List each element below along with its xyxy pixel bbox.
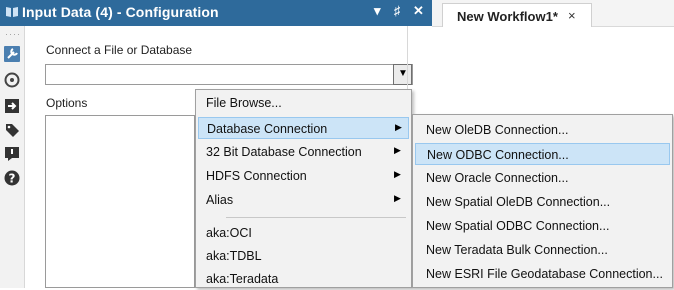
options-grid[interactable] [45, 115, 195, 288]
annotation-icon[interactable] [4, 146, 20, 162]
close-panel-icon[interactable]: ✕ [413, 3, 424, 19]
connect-label: Connect a File or Database [46, 43, 193, 57]
menu-item-new-odbc-connection[interactable]: New ODBC Connection... [415, 143, 670, 165]
menu-item-file-browse[interactable]: File Browse... [198, 92, 409, 114]
menu-item-new-oledb-connection[interactable]: New OleDB Connection... [415, 119, 670, 141]
svg-text:?: ? [9, 172, 16, 186]
menu-item-new-teradata-bulk-connection[interactable]: New Teradata Bulk Connection... [415, 239, 670, 261]
book-icon [6, 7, 18, 17]
menu-item-alias-tdbl[interactable]: aka:TDBL [198, 245, 409, 267]
menu-separator [226, 217, 406, 218]
workflow-tab-strip: New Workflow1* × [432, 0, 674, 27]
wrench-icon[interactable] [4, 46, 20, 62]
options-label: Options [46, 96, 88, 110]
panel-title: Input Data (4) - Configuration [22, 4, 219, 20]
menu-item-32bit-database-connection[interactable]: 32 Bit Database Connection ▶ [198, 141, 409, 163]
menu-item-alias-oci[interactable]: aka:OCI [198, 222, 409, 244]
help-icon[interactable]: ? [4, 170, 20, 186]
submenu-arrow-icon: ▶ [395, 122, 402, 132]
tab-new-workflow[interactable]: New Workflow1* × [442, 3, 592, 27]
menu-item-new-esri-file-geodatabase-connection[interactable]: New ESRI File Geodatabase Connection... [415, 263, 670, 285]
connect-file-or-database-combobox[interactable] [45, 64, 413, 85]
config-toolbar: ···· ? [0, 26, 25, 288]
menu-item-hdfs-connection[interactable]: HDFS Connection ▶ [198, 165, 409, 187]
menu-item-new-spatial-oledb-connection[interactable]: New Spatial OleDB Connection... [415, 191, 670, 213]
tag-icon[interactable] [4, 122, 20, 138]
combobox-dropdown-button[interactable]: ▼ [393, 64, 412, 85]
grip-handle[interactable]: ···· [5, 29, 21, 39]
submenu-arrow-icon: ▶ [394, 193, 401, 203]
tool-palette-icon[interactable] [4, 72, 20, 88]
connect-source-menu: File Browse... Database Connection ▶ 32 … [195, 89, 412, 288]
menu-item-new-oracle-connection[interactable]: New Oracle Connection... [415, 167, 670, 189]
close-tab-icon[interactable]: × [568, 8, 576, 23]
config-panel-titlebar: Input Data (4) - Configuration ▾ ♯ ✕ [0, 0, 432, 26]
submenu-arrow-icon: ▶ [394, 169, 401, 179]
menu-item-database-connection[interactable]: Database Connection ▶ [198, 117, 409, 139]
submenu-arrow-icon: ▶ [394, 145, 401, 155]
output-arrow-icon[interactable] [4, 98, 20, 114]
database-connection-submenu: New OleDB Connection... New ODBC Connect… [412, 114, 673, 288]
tab-label: New Workflow1* [457, 9, 558, 24]
panel-menu-dropdown-icon[interactable]: ▾ [374, 3, 381, 19]
menu-item-alias-teradata[interactable]: aka:Teradata [198, 268, 409, 290]
menu-item-new-spatial-odbc-connection[interactable]: New Spatial ODBC Connection... [415, 215, 670, 237]
menu-item-alias[interactable]: Alias ▶ [198, 189, 409, 211]
pin-icon[interactable]: ♯ [394, 3, 401, 18]
